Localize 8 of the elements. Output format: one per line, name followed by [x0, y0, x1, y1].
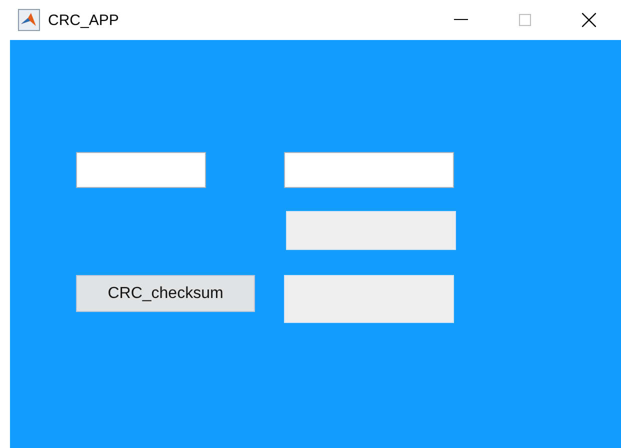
close-icon	[582, 13, 596, 27]
minimize-icon	[454, 19, 468, 21]
app-logo-icon	[18, 9, 40, 31]
checksum-button[interactable]: CRC_checksum	[76, 275, 255, 312]
maximize-icon	[519, 14, 531, 26]
window-title: CRC_APP	[48, 12, 119, 28]
text-field[interactable]	[284, 152, 454, 188]
text-field[interactable]	[76, 152, 206, 188]
